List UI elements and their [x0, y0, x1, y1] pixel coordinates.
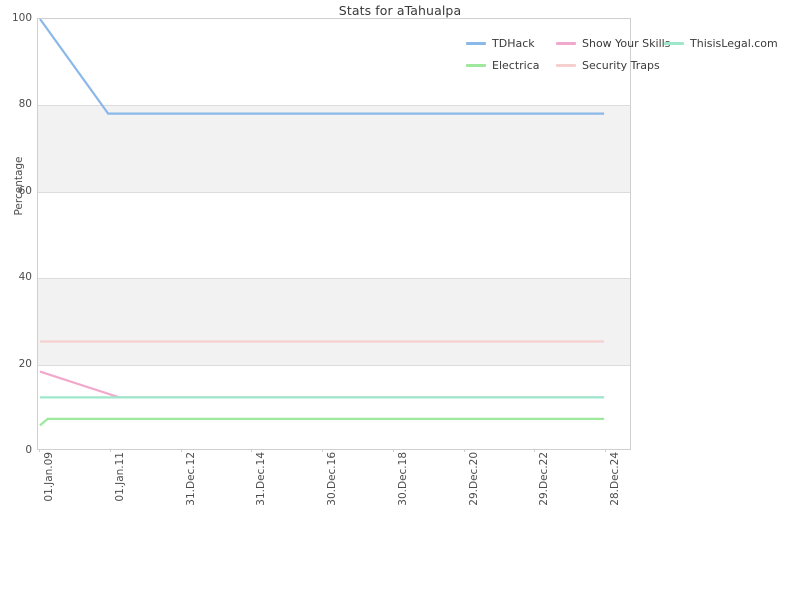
x-tick-label: 31.Dec.14 — [255, 452, 268, 506]
x-tick-mark — [392, 449, 394, 452]
legend-color-swatch — [466, 41, 486, 45]
legend-item[interactable]: Electrica — [466, 59, 556, 72]
y-tick-label: 40 — [18, 271, 32, 284]
legend-color-swatch — [556, 41, 576, 45]
x-tick-label: 01.Jan.11 — [113, 452, 126, 502]
legend-color-swatch — [664, 41, 684, 45]
legend-item[interactable]: Show Your Skills — [556, 37, 670, 50]
x-tick-label: 31.Dec.12 — [184, 452, 197, 506]
y-axis-title: Percentage — [13, 156, 25, 216]
x-tick-label: 30.Dec.18 — [396, 452, 409, 506]
chart-container: Stats for aTahualpa 0 20 40 60 80 100 Percent… — [0, 0, 800, 600]
y-tick-label: 0 — [25, 444, 32, 456]
series-lines — [39, 19, 605, 427]
plot-area — [37, 18, 631, 450]
series-line — [39, 370, 605, 399]
legend-label: Security Traps — [582, 58, 660, 72]
legend-label: Show Your Skills — [582, 36, 671, 50]
x-tick-mark — [39, 449, 40, 452]
legend-label: TDHack — [492, 36, 535, 50]
x-tick-mark — [322, 449, 323, 452]
x-tick-mark — [109, 449, 111, 452]
chart-title: Stats for aTahualpa — [338, 3, 462, 18]
x-tick-mark — [463, 449, 465, 452]
legend-label: Electrica — [492, 58, 540, 72]
x-axis-tick-labels: 01.Jan.09 01.Jan.11 31.Dec.12 31.Dec.14 30.D… — [37, 449, 631, 532]
x-tick-label: 01.Jan.09 — [43, 452, 55, 502]
x-tick-mark — [180, 449, 182, 452]
series-line — [39, 417, 605, 427]
x-tick-label: 29.Dec.20 — [467, 452, 480, 506]
y-tick-label: 20 — [18, 357, 32, 370]
legend-label: ThisisLegal.com — [690, 36, 778, 50]
legend-color-swatch — [466, 63, 486, 67]
legend-color-swatch — [556, 63, 576, 67]
y-tick-label: 80 — [18, 98, 32, 111]
legend-item[interactable]: Security Traps — [556, 59, 664, 72]
chart-legend: TDHack Show Your Skills ThisisLegal.com Ele… — [466, 32, 796, 76]
legend-item[interactable]: ThisisLegal.com — [664, 37, 784, 50]
x-tick-mark — [534, 449, 536, 452]
x-tick-mark — [251, 449, 253, 452]
x-tick-label: 30.Dec.16 — [326, 452, 338, 506]
x-tick-label: 29.Dec.22 — [538, 452, 551, 506]
x-tick-mark — [605, 449, 606, 452]
y-tick-label: 100 — [11, 12, 32, 24]
legend-item[interactable]: TDHack — [466, 37, 556, 50]
x-tick-label: 28.Dec.24 — [609, 452, 621, 506]
